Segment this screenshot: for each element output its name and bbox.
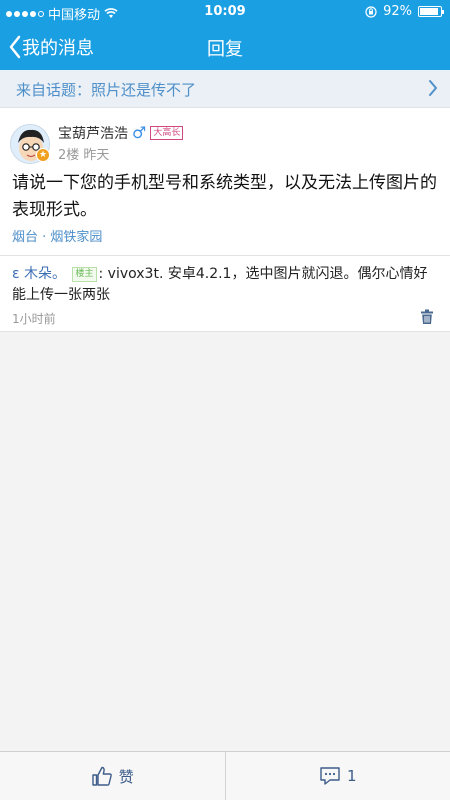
rotation-lock-icon (365, 5, 377, 18)
navigation-bar: 我的消息 回复 (0, 24, 450, 70)
comment-button[interactable]: 1 (226, 752, 450, 800)
trash-icon[interactable] (420, 309, 434, 325)
medal-badge-icon: ★ (36, 148, 50, 162)
post-author-name: 宝葫芦浩浩 (58, 126, 128, 142)
like-button[interactable]: 赞 (0, 752, 225, 800)
like-label: 赞 (118, 767, 134, 786)
reply-time: 1小时前 (12, 312, 56, 326)
post-floor: 2楼 (58, 148, 80, 163)
post-location[interactable]: 烟台 · 烟铁家园 (12, 226, 102, 245)
status-right: 92% (365, 4, 444, 19)
post-meta: 2楼 昨天 (58, 144, 109, 163)
back-button[interactable]: 我的消息 (8, 34, 94, 60)
bottom-toolbar: 赞 1 (0, 751, 450, 800)
op-badge: 楼主 (72, 267, 97, 282)
male-gender-icon: ♂ (132, 123, 147, 142)
topic-link[interactable]: 来自话题：照片还是传不了 (0, 70, 450, 108)
post-time: 昨天 (83, 148, 110, 163)
reply-author[interactable]: ε 木朵。 (12, 266, 66, 282)
status-bar: 中国移动 10:09 92% (0, 0, 450, 24)
rank-badge: 大高长 (150, 126, 184, 140)
post-body: 请说一下您的手机型号和系统类型，以及无法上传图片的表现形式。 (12, 173, 437, 220)
topic-label: 来自话题：照片还是传不了 (16, 81, 197, 99)
chevron-left-icon (9, 35, 21, 59)
back-label: 我的消息 (22, 38, 94, 59)
original-post: ★ 宝葫芦浩浩 ♂ 大高长 2楼 昨天 请说一下您的手机型号和系统类型，以及无法… (0, 108, 450, 256)
battery-icon (418, 6, 444, 17)
reply-item[interactable]: ε 木朵。 楼主: vivox3t. 安卓4.2.1，选中图片就闪退。偶尔心情好… (0, 256, 450, 332)
comment-count: 1 (346, 767, 357, 785)
thumbs-up-icon (92, 766, 112, 786)
post-author[interactable]: 宝葫芦浩浩 ♂ 大高长 (58, 123, 184, 143)
reply-content: ε 木朵。 楼主: vivox3t. 安卓4.2.1，选中图片就闪退。偶尔心情好… (12, 264, 440, 306)
comment-icon (320, 767, 340, 785)
chevron-right-icon (429, 80, 437, 96)
battery-percentage: 92% (383, 4, 412, 19)
